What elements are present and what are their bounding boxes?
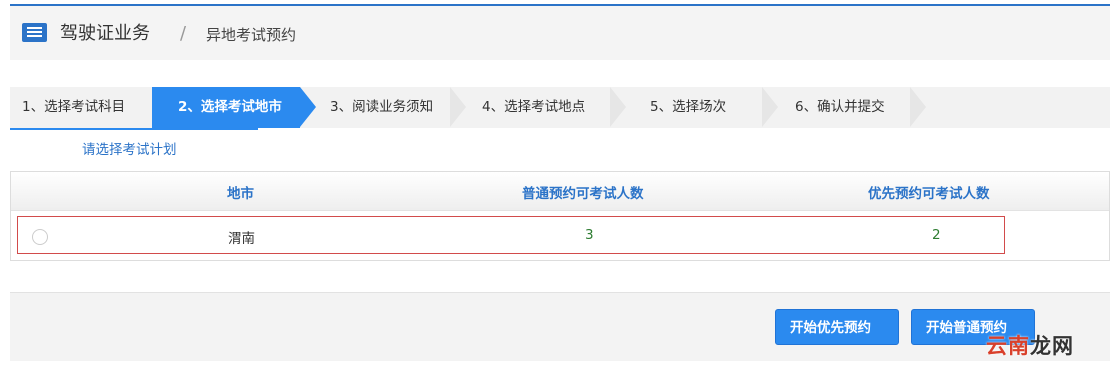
header-priority-count: 优先预约可考试人数 xyxy=(868,186,990,202)
breadcrumb-current: 异地考试预约 xyxy=(206,26,297,44)
step-6: 6、确认并提交 xyxy=(762,87,926,128)
cell-priority-count: 2 xyxy=(932,227,941,243)
step-5: 5、选择场次 xyxy=(610,87,778,128)
table-header: 地市 普通预约可考试人数 优先预约可考试人数 xyxy=(11,172,1109,211)
breadcrumb-separator: / xyxy=(180,23,187,44)
step-progress-bar: 1、选择考试科目 2、选择考试地市 3、阅读业务须知 4、选择考试地点 5、选择… xyxy=(10,87,1110,128)
step-1-label: 1、选择考试科目 xyxy=(22,99,126,115)
step-6-label: 6、确认并提交 xyxy=(795,99,885,115)
step-6-arrow xyxy=(910,87,926,127)
step-5-label: 5、选择场次 xyxy=(650,99,727,115)
table-row[interactable]: 渭南 3 2 xyxy=(17,216,1005,254)
breadcrumb-title[interactable]: 驾驶证业务 xyxy=(60,22,150,46)
plan-hint: 请选择考试计划 xyxy=(82,142,177,158)
cell-city: 渭南 xyxy=(228,231,255,247)
watermark-logo: 云南龙网 xyxy=(986,330,1074,360)
step-4-label: 4、选择考试地点 xyxy=(482,99,586,115)
active-step-underline xyxy=(10,128,258,130)
page-header: 驾驶证业务 / 异地考试预约 xyxy=(10,4,1110,60)
step-2-label: 2、选择考试地市 xyxy=(178,99,282,115)
exam-plan-table: 地市 普通预约可考试人数 优先预约可考试人数 渭南 3 2 xyxy=(10,171,1110,261)
step-4: 4、选择考试地点 xyxy=(450,87,626,128)
row-select-radio[interactable] xyxy=(32,229,48,245)
header-city: 地市 xyxy=(227,186,254,202)
cell-normal-count: 3 xyxy=(585,227,594,243)
watermark-part1: 云南 xyxy=(986,334,1030,358)
header-normal-count: 普通预约可考试人数 xyxy=(522,186,644,202)
step-3: 3、阅读业务须知 xyxy=(300,87,466,128)
watermark-part2: 龙网 xyxy=(1030,334,1074,358)
step-3-label: 3、阅读业务须知 xyxy=(330,99,434,115)
start-priority-booking-button[interactable]: 开始优先预约 xyxy=(775,309,899,345)
step-1: 1、选择考试科目 xyxy=(10,87,168,128)
step-2: 2、选择考试地市 xyxy=(152,87,316,128)
list-icon xyxy=(22,23,47,42)
action-bar: 开始优先预约 开始普通预约 xyxy=(10,292,1110,361)
